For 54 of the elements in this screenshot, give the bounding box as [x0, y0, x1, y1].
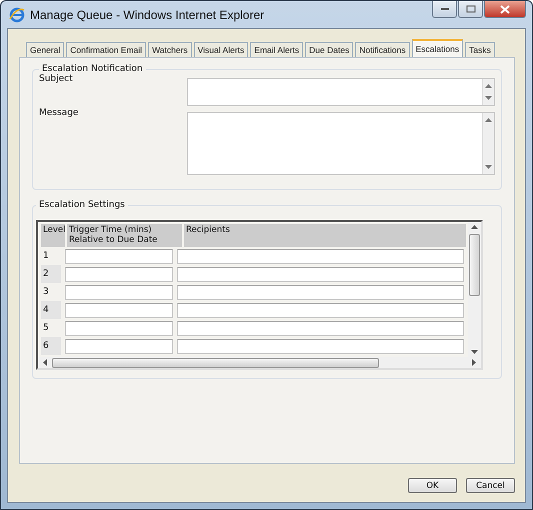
scroll-up-icon[interactable]	[485, 118, 492, 122]
group-title: Escalation Settings	[38, 200, 126, 210]
vertical-scrollbar[interactable]	[468, 222, 481, 357]
message-field[interactable]	[187, 112, 495, 175]
tab[interactable]: Tasks	[465, 42, 495, 57]
dialog-button[interactable]: Cancel	[466, 478, 515, 493]
level-cell: 6	[41, 337, 61, 355]
level-cell-text: 5	[42, 322, 50, 335]
recipients-input[interactable]	[177, 284, 464, 300]
field-label: Subject	[39, 74, 73, 84]
group-title: Escalation Notification	[41, 64, 144, 74]
tab[interactable]: Escalations	[412, 39, 464, 57]
window-title: Manage Queue - Windows Internet Explorer	[30, 8, 264, 22]
recipients-input[interactable]	[177, 302, 464, 318]
scroll-left-icon[interactable]	[43, 359, 47, 366]
trigger-time-input[interactable]	[65, 320, 173, 336]
scroll-up-icon[interactable]	[485, 84, 492, 88]
column-header: Level	[41, 224, 67, 247]
subject-field[interactable]	[187, 78, 495, 106]
tab[interactable]: Email Alerts	[250, 42, 304, 57]
minimize-icon	[440, 7, 450, 11]
level-cell: 2	[41, 265, 61, 283]
tab[interactable]: Watchers	[148, 42, 192, 57]
close-button[interactable]	[484, 1, 526, 18]
minimize-button[interactable]	[432, 1, 457, 18]
trigger-time-input[interactable]	[65, 338, 173, 354]
scroll-down-icon[interactable]	[485, 165, 492, 169]
close-icon	[500, 4, 510, 14]
column-header: Trigger Time (mins) Relative to Due Date	[67, 224, 184, 247]
trigger-time-input[interactable]	[65, 302, 173, 318]
field-label: Message	[39, 108, 78, 118]
tab[interactable]: Visual Alerts	[194, 42, 248, 57]
level-cell: 4	[41, 301, 61, 319]
trigger-time-input[interactable]	[65, 284, 173, 300]
recipients-input[interactable]	[177, 248, 464, 264]
maximize-icon	[466, 5, 476, 13]
recipients-input[interactable]	[177, 266, 464, 282]
level-cell-text: 3	[42, 286, 50, 299]
tab[interactable]: General	[26, 42, 64, 57]
trigger-time-input[interactable]	[65, 266, 173, 282]
dialog-button[interactable]: OK	[408, 478, 457, 493]
tab[interactable]: Confirmation Email	[66, 42, 146, 57]
scroll-up-icon[interactable]	[471, 225, 478, 229]
tab[interactable]: Due Dates	[305, 42, 354, 57]
scroll-right-icon[interactable]	[472, 359, 476, 366]
browser-logo-icon	[9, 6, 25, 22]
maximize-button[interactable]	[458, 1, 483, 18]
scroll-down-icon[interactable]	[485, 96, 492, 100]
scroll-down-icon[interactable]	[471, 350, 478, 354]
recipients-input[interactable]	[177, 338, 464, 354]
trigger-time-input[interactable]	[65, 248, 173, 264]
tab[interactable]: Notifications	[355, 42, 410, 57]
recipients-input[interactable]	[177, 320, 464, 336]
level-cell-text: 1	[42, 250, 50, 263]
